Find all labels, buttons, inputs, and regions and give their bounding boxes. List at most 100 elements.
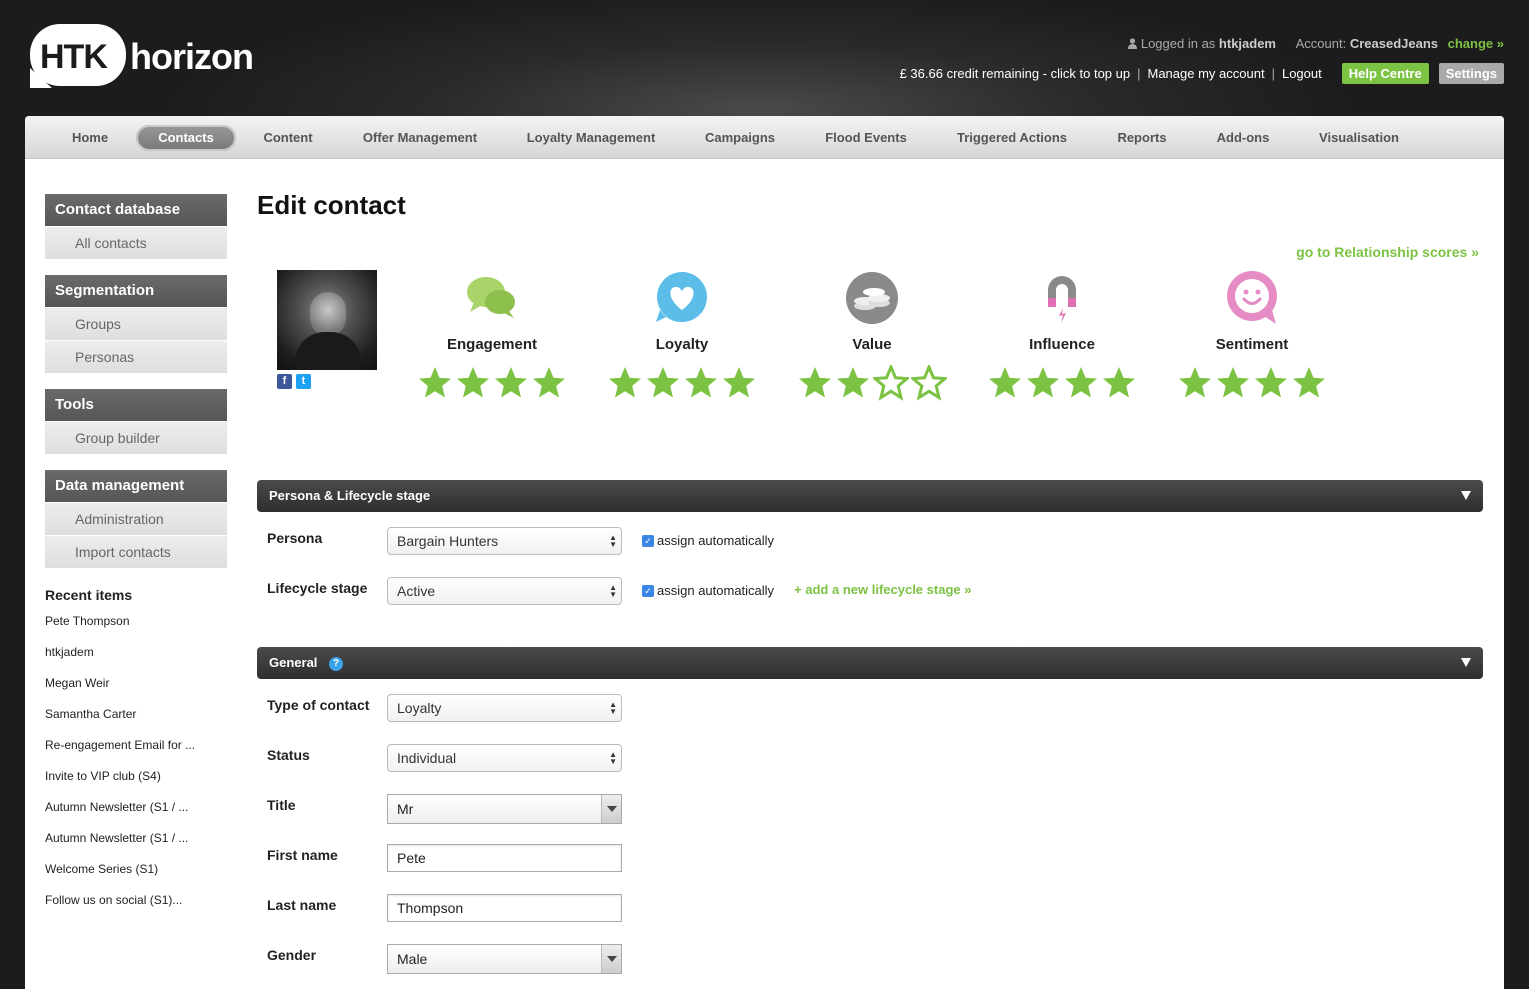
first-name-field[interactable]: Pete [387, 844, 622, 872]
gender-row: Gender Male [267, 944, 622, 974]
status-select[interactable]: Individual ▲ ▼ [387, 744, 622, 772]
twitter-icon[interactable]: t [296, 374, 311, 389]
divider: | [1271, 66, 1275, 81]
updown-arrows-icon: ▲ ▼ [609, 700, 617, 716]
sidebar-item-all-contacts[interactable]: All contacts [45, 226, 227, 259]
nav-loyalty-management[interactable]: Loyalty Management [517, 125, 665, 151]
sidebar-item-group-builder[interactable]: Group builder [45, 421, 227, 454]
star-rating [1157, 365, 1347, 401]
checkbox-label: assign automatically [657, 583, 775, 598]
star-filled-icon [723, 367, 755, 398]
updown-arrows-icon: ▲ ▼ [609, 533, 617, 549]
nav-reports[interactable]: Reports [1107, 125, 1177, 151]
nav-flood-events[interactable]: Flood Events [815, 125, 917, 151]
sidebar-group-segmentation: Segmentation Groups Personas [45, 275, 227, 373]
sidebar-item-personas[interactable]: Personas [45, 340, 227, 373]
collapse-triangle-icon[interactable] [1461, 658, 1471, 667]
help-icon[interactable]: ? [329, 657, 344, 671]
gender-select[interactable]: Male [387, 944, 622, 974]
add-lifecycle-stage-link[interactable]: + add a new lifecycle stage » [794, 582, 971, 597]
section-title: General [269, 655, 318, 670]
facebook-icon[interactable]: f [277, 374, 292, 389]
heart-icon [587, 270, 777, 326]
recent-item[interactable]: Pete Thompson [45, 613, 227, 644]
logout-link[interactable]: Logout [1282, 66, 1322, 81]
lifecycle-assign-auto-checkbox[interactable]: ✓ assign automatically [642, 583, 774, 598]
nav-add-ons[interactable]: Add-ons [1207, 125, 1279, 151]
nav-content[interactable]: Content [253, 125, 323, 151]
change-account-link[interactable]: change » [1448, 36, 1504, 51]
lifecycle-label: Lifecycle stage [267, 580, 368, 596]
recent-item[interactable]: Follow us on social (S1)... [45, 892, 227, 923]
checkbox-checked-icon[interactable]: ✓ [642, 534, 654, 547]
star-filled-icon [1255, 367, 1287, 398]
score-label: Value [852, 336, 892, 353]
last-name-field[interactable]: Thompson [387, 894, 622, 922]
star-filled-icon [1179, 367, 1211, 398]
type-of-contact-label: Type of contact [267, 697, 370, 713]
main-nav: Home Contacts Content Offer Management L… [25, 116, 1504, 159]
nav-offer-management[interactable]: Offer Management [352, 125, 488, 151]
persona-lifecycle-section-header[interactable]: Persona & Lifecycle stage [257, 480, 1483, 512]
score-loyalty: Loyalty [587, 270, 777, 401]
credit-topup-link[interactable]: £ 36.66 credit remaining - click to top … [900, 66, 1131, 81]
recent-item[interactable]: Welcome Series (S1) [45, 861, 227, 892]
persona-assign-auto-checkbox[interactable]: ✓ assign automatically [642, 533, 774, 548]
sidebar-item-administration[interactable]: Administration [45, 502, 227, 535]
nav-visualisation[interactable]: Visualisation [1309, 125, 1409, 151]
nav-contacts[interactable]: Contacts [136, 125, 236, 151]
star-rating [397, 365, 587, 401]
updown-arrows-icon: ▲ ▼ [609, 583, 617, 599]
last-name-label: Last name [267, 897, 337, 913]
chevron-down-icon[interactable] [601, 945, 621, 973]
speech-bubbles-icon [397, 270, 587, 326]
nav-triggered-actions[interactable]: Triggered Actions [947, 125, 1077, 151]
title-select[interactable]: Mr [387, 794, 622, 824]
nav-campaigns[interactable]: Campaigns [695, 125, 785, 151]
divider: | [1137, 66, 1141, 81]
lifecycle-select[interactable]: Active ▲ ▼ [387, 577, 622, 605]
relationship-scores-link[interactable]: go to Relationship scores » [1296, 244, 1479, 260]
recent-item[interactable]: Autumn Newsletter (S1 / ... [45, 799, 227, 830]
social-links: f t [277, 374, 311, 389]
recent-item[interactable]: Samantha Carter [45, 706, 227, 737]
star-filled-icon [419, 367, 451, 398]
main-content: Edit contact go to Relationship scores »… [257, 188, 1483, 974]
recent-item[interactable]: Invite to VIP club (S4) [45, 768, 227, 799]
sidebar-item-import-contacts[interactable]: Import contacts [45, 535, 227, 568]
recent-item[interactable]: htkjadem [45, 644, 227, 675]
collapse-triangle-icon[interactable] [1461, 491, 1471, 500]
sidebar-group-data-management: Data management Administration Import co… [45, 470, 227, 568]
type-of-contact-select[interactable]: Loyalty ▲ ▼ [387, 694, 622, 722]
persona-select-value: Bargain Hunters [397, 533, 499, 549]
manage-account-link[interactable]: Manage my account [1148, 66, 1265, 81]
nav-home[interactable]: Home [59, 125, 121, 151]
user-info: Logged in as htkjadem Account: CreasedJe… [1127, 36, 1504, 51]
star-empty-icon [911, 365, 947, 401]
sidebar-item-groups[interactable]: Groups [45, 307, 227, 340]
recent-item[interactable]: Autumn Newsletter (S1 / ... [45, 830, 227, 861]
recent-items-heading: Recent items [45, 587, 133, 603]
contact-photo[interactable] [277, 270, 377, 370]
score-label: Engagement [446, 336, 537, 353]
magnet-icon [967, 270, 1157, 326]
chevron-down-icon[interactable] [601, 795, 621, 823]
first-name-row: First name Pete [267, 844, 622, 872]
lifecycle-row: Lifecycle stage Active ▲ ▼ ✓ assign autom… [267, 577, 971, 605]
sidebar: Contact database All contacts Segmentati… [45, 194, 227, 923]
general-section-header[interactable]: General ? [257, 647, 1483, 679]
checkbox-checked-icon[interactable]: ✓ [642, 584, 654, 597]
score-engagement: Engagement [397, 270, 587, 401]
help-centre-button[interactable]: Help Centre [1341, 63, 1429, 84]
star-filled-icon [1027, 367, 1059, 398]
persona-select[interactable]: Bargain Hunters ▲ ▼ [387, 527, 622, 555]
settings-button[interactable]: Settings [1438, 63, 1504, 84]
recent-item[interactable]: Re-engagement Email for ... [45, 737, 227, 768]
photo-face [310, 292, 346, 336]
star-filled-icon [647, 367, 679, 398]
star-filled-icon [1217, 367, 1249, 398]
gender-select-value: Male [397, 951, 428, 967]
htk-horizon-logo[interactable]: HTK horizon [30, 24, 270, 88]
content-container: Home Contacts Content Offer Management L… [25, 116, 1504, 989]
recent-item[interactable]: Megan Weir [45, 675, 227, 706]
